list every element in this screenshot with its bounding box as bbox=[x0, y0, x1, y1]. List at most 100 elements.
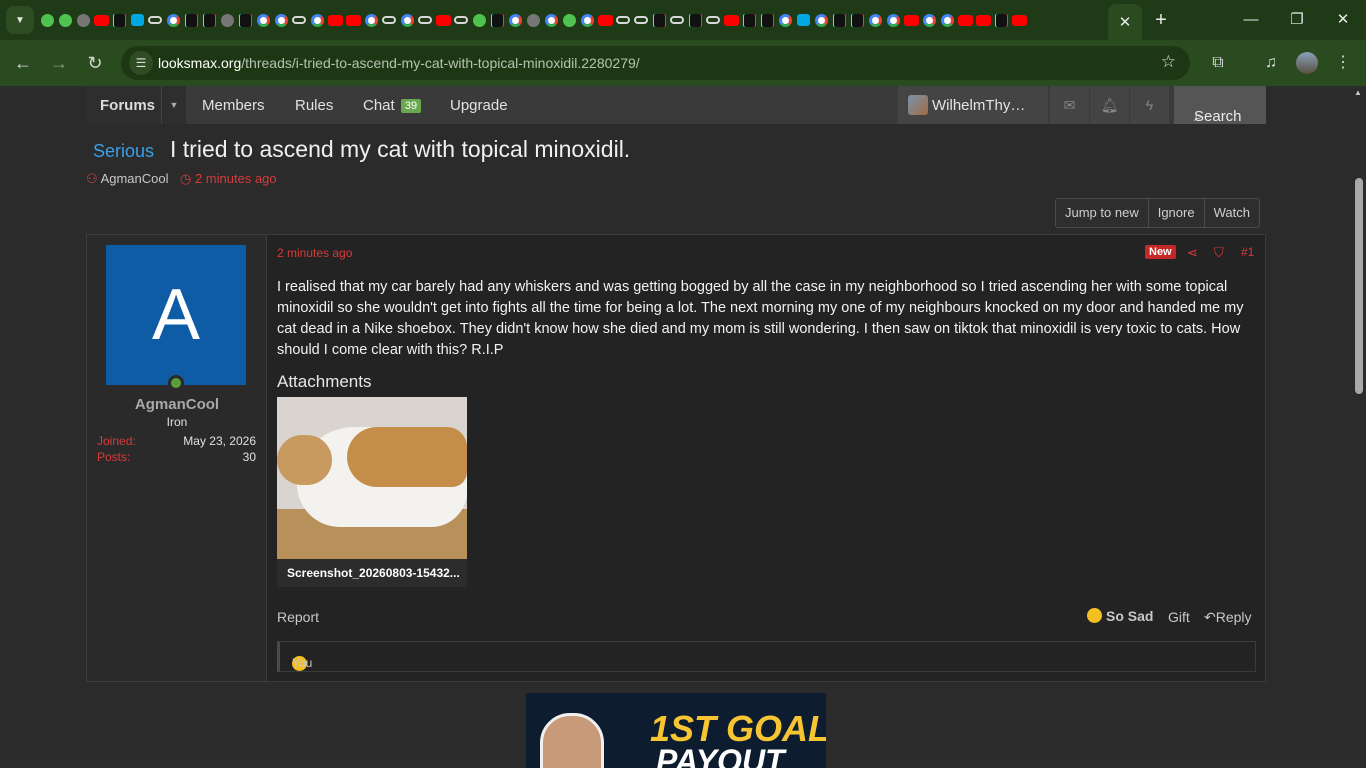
attachment-name[interactable]: Screenshot_20260803-15432... bbox=[277, 559, 467, 587]
poster-avatar[interactable]: A bbox=[106, 245, 246, 385]
inbox-icon[interactable]: ✉ bbox=[1049, 86, 1089, 124]
tab-youtube-icon[interactable] bbox=[722, 0, 740, 40]
bookmark-star-icon[interactable]: ☆ bbox=[1161, 52, 1176, 72]
report-link[interactable]: Report bbox=[277, 609, 319, 625]
tab-tv-icon[interactable] bbox=[794, 0, 812, 40]
thread-prefix[interactable]: Serious bbox=[93, 141, 154, 162]
tab-google-icon[interactable] bbox=[920, 0, 938, 40]
tab-infinity-icon[interactable] bbox=[632, 0, 650, 40]
reload-icon[interactable]: ↻ bbox=[83, 51, 107, 75]
nav-upgrade[interactable]: Upgrade bbox=[450, 97, 508, 114]
tab-tiktok-icon[interactable] bbox=[848, 0, 866, 40]
address-bar[interactable]: ☰ looksmax.org/threads/i-tried-to-ascend… bbox=[121, 46, 1190, 80]
tab-google-icon[interactable] bbox=[164, 0, 182, 40]
tab-youtube-icon[interactable] bbox=[1010, 0, 1028, 40]
thread-time[interactable]: ◷ 2 minutes ago bbox=[180, 171, 277, 187]
tab-play-icon[interactable] bbox=[56, 0, 74, 40]
minimize-icon[interactable]: — bbox=[1238, 8, 1264, 32]
tab-play-icon[interactable] bbox=[470, 0, 488, 40]
tab-google-icon[interactable] bbox=[938, 0, 956, 40]
menu-kebab-icon[interactable]: ⋮ bbox=[1331, 52, 1355, 74]
tab-infinity-icon[interactable] bbox=[146, 0, 164, 40]
tab-globe-icon[interactable] bbox=[218, 0, 236, 40]
caret-down-icon[interactable]: ▼ bbox=[161, 86, 186, 124]
nav-forums-label[interactable]: Forums bbox=[100, 97, 155, 114]
tab-tiktok-icon[interactable] bbox=[992, 0, 1010, 40]
bell-icon[interactable]: 🔔︎ bbox=[1089, 86, 1129, 124]
lightning-icon[interactable]: ϟ bbox=[1129, 86, 1169, 124]
post-time[interactable]: 2 minutes ago bbox=[277, 246, 352, 260]
tab-google-icon[interactable] bbox=[254, 0, 272, 40]
bookmark-icon[interactable]: ⛉ bbox=[1214, 245, 1224, 261]
tab-google-icon[interactable] bbox=[884, 0, 902, 40]
watch-button[interactable]: Watch bbox=[1203, 199, 1259, 227]
tab-infinity-icon[interactable] bbox=[704, 0, 722, 40]
scroll-up-icon[interactable]: ▲ bbox=[1354, 88, 1362, 97]
tab-tiktok-icon[interactable] bbox=[110, 0, 128, 40]
nav-rules[interactable]: Rules bbox=[295, 97, 333, 114]
attachment-thumbnail[interactable]: Screenshot_20260803-15432... bbox=[277, 397, 467, 587]
restore-icon[interactable]: ❐ bbox=[1284, 8, 1310, 32]
nav-chat-label[interactable]: Chat bbox=[363, 97, 395, 114]
url-text[interactable]: looksmax.org/threads/i-tried-to-ascend-m… bbox=[158, 55, 640, 71]
tab-google-icon[interactable] bbox=[308, 0, 326, 40]
tab-youtube-icon[interactable] bbox=[92, 0, 110, 40]
post-number[interactable]: #1 bbox=[1241, 245, 1254, 259]
nav-members[interactable]: Members bbox=[202, 97, 265, 114]
window-close-icon[interactable]: ✕ bbox=[1330, 8, 1356, 32]
tab-search-button[interactable]: ▼ bbox=[6, 6, 34, 34]
tab-google-icon[interactable] bbox=[398, 0, 416, 40]
reply-link[interactable]: ↶Reply bbox=[1204, 609, 1252, 626]
tab-globe-icon[interactable] bbox=[74, 0, 92, 40]
extensions-icon[interactable]: ⧉ bbox=[1206, 52, 1230, 74]
tab-infinity-icon[interactable] bbox=[452, 0, 470, 40]
tab-google-icon[interactable] bbox=[812, 0, 830, 40]
tab-youtube-icon[interactable] bbox=[434, 0, 452, 40]
poster-username[interactable]: AgmanCool bbox=[87, 396, 267, 413]
back-arrow-icon[interactable]: ← bbox=[11, 51, 35, 75]
gift-link[interactable]: Gift bbox=[1168, 609, 1190, 625]
reactions-users[interactable]: You bbox=[292, 656, 312, 670]
tab-google-icon[interactable] bbox=[578, 0, 596, 40]
tab-youtube-icon[interactable] bbox=[344, 0, 362, 40]
share-icon[interactable]: ⋖ bbox=[1187, 245, 1198, 261]
tab-infinity-icon[interactable] bbox=[614, 0, 632, 40]
tab-tiktok-icon[interactable] bbox=[686, 0, 704, 40]
tab-tiktok-icon[interactable] bbox=[488, 0, 506, 40]
tab-google-icon[interactable] bbox=[866, 0, 884, 40]
new-tab-button[interactable]: + bbox=[1150, 9, 1172, 31]
media-control-icon[interactable]: ♫ bbox=[1259, 52, 1283, 74]
tab-tiktok-icon[interactable] bbox=[182, 0, 200, 40]
tab-google-icon[interactable] bbox=[272, 0, 290, 40]
tab-youtube-icon[interactable] bbox=[596, 0, 614, 40]
jump-to-new-button[interactable]: Jump to new bbox=[1056, 199, 1148, 227]
tab-infinity-icon[interactable] bbox=[416, 0, 434, 40]
reactions-bar[interactable]: You bbox=[277, 641, 1256, 672]
tab-globe-icon[interactable] bbox=[524, 0, 542, 40]
tab-youtube-icon[interactable] bbox=[902, 0, 920, 40]
reaction-button[interactable]: So Sad bbox=[1087, 608, 1153, 624]
user-name[interactable]: WilhelmThy… bbox=[932, 97, 1025, 114]
tab-tv-icon[interactable] bbox=[128, 0, 146, 40]
nav-chat[interactable]: Chat 39 bbox=[363, 97, 422, 114]
search-button[interactable]: ⌕ Search bbox=[1174, 86, 1266, 125]
site-info-icon[interactable]: ☰ bbox=[129, 51, 153, 75]
tab-tiktok-icon[interactable] bbox=[200, 0, 218, 40]
tab-infinity-icon[interactable] bbox=[290, 0, 308, 40]
tab-infinity-icon[interactable] bbox=[380, 0, 398, 40]
tab-tiktok-icon[interactable] bbox=[236, 0, 254, 40]
scrollbar[interactable]: ▲ bbox=[1352, 86, 1366, 768]
scrollbar-thumb[interactable] bbox=[1355, 178, 1363, 394]
tab-tiktok-icon[interactable] bbox=[758, 0, 776, 40]
active-tab[interactable]: ✕ bbox=[1108, 4, 1142, 40]
tab-tiktok-icon[interactable] bbox=[650, 0, 668, 40]
tab-youtube-icon[interactable] bbox=[326, 0, 344, 40]
tab-google-icon[interactable] bbox=[362, 0, 380, 40]
tab-google-icon[interactable] bbox=[542, 0, 560, 40]
ad-banner[interactable]: 1ST GOAL PAYOUT bbox=[526, 693, 826, 768]
tab-infinity-icon[interactable] bbox=[668, 0, 686, 40]
tab-play-icon[interactable] bbox=[560, 0, 578, 40]
profile-avatar[interactable] bbox=[1296, 52, 1318, 74]
tab-tiktok-icon[interactable] bbox=[830, 0, 848, 40]
forward-arrow-icon[interactable]: → bbox=[47, 51, 71, 75]
